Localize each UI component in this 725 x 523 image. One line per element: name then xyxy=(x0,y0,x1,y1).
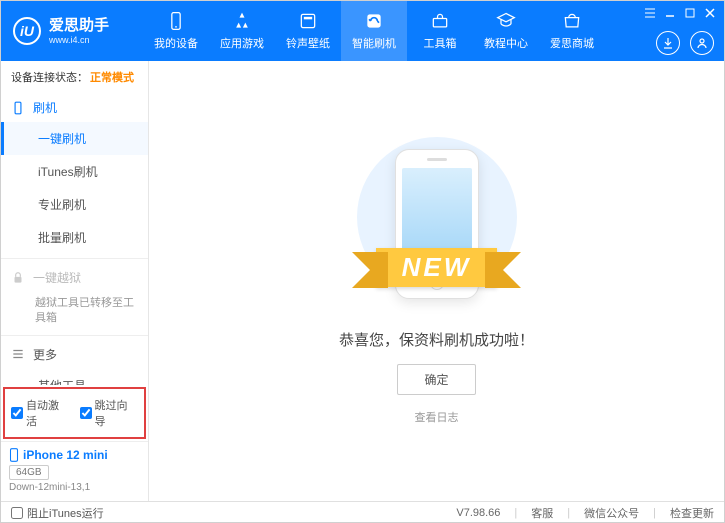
nav-tutorials[interactable]: 教程中心 xyxy=(473,1,539,61)
connected-device[interactable]: iPhone 12 mini 64GB Down-12mini-13,1 xyxy=(1,441,148,501)
tutorial-icon xyxy=(496,11,516,31)
sidebar-group-more[interactable]: 更多 xyxy=(1,340,148,369)
nav-label: 铃声壁纸 xyxy=(286,35,330,51)
view-log-link[interactable]: 查看日志 xyxy=(415,409,459,425)
status-label: 设备连接状态： xyxy=(11,69,88,85)
sidebar: 设备连接状态： 正常模式 刷机 一键刷机 iTunes刷机 专业刷机 批量刷机 … xyxy=(1,61,149,501)
group-label: 更多 xyxy=(33,346,57,363)
toolbox-icon xyxy=(430,11,450,31)
nav-ringtones[interactable]: 铃声壁纸 xyxy=(275,1,341,61)
nav-label: 智能刷机 xyxy=(352,35,396,51)
logo-icon: iU xyxy=(13,17,41,45)
check-update-link[interactable]: 检查更新 xyxy=(670,505,714,521)
nav-toolbox[interactable]: 工具箱 xyxy=(407,1,473,61)
main-content: NEW 恭喜您，保资料刷机成功啦！ 确定 查看日志 xyxy=(149,61,724,501)
phone-icon xyxy=(166,11,186,31)
nav-label: 我的设备 xyxy=(154,35,198,51)
nav-label: 工具箱 xyxy=(424,35,457,51)
status-value: 正常模式 xyxy=(90,69,134,85)
support-link[interactable]: 客服 xyxy=(531,505,553,521)
device-storage: 64GB xyxy=(9,465,49,480)
jailbreak-note: 越狱工具已转移至工具箱 xyxy=(1,292,148,331)
window-controls xyxy=(644,7,716,19)
apps-icon xyxy=(232,11,252,31)
nav-apps[interactable]: 应用游戏 xyxy=(209,1,275,61)
sidebar-group-jailbreak[interactable]: 一键越狱 xyxy=(1,263,148,292)
main-nav: 我的设备 应用游戏 铃声壁纸 智能刷机 工具箱 教程中心 爱思商城 xyxy=(143,1,605,61)
nav-flash[interactable]: 智能刷机 xyxy=(341,1,407,61)
flash-options: 自动激活 跳过向导 xyxy=(3,387,146,439)
app-header: iU 爱思助手 www.i4.cn 我的设备 应用游戏 铃声壁纸 智能刷机 工具… xyxy=(1,1,724,61)
minimize-icon[interactable] xyxy=(664,7,676,19)
wechat-link[interactable]: 微信公众号 xyxy=(584,505,639,521)
device-name: iPhone 12 mini xyxy=(9,448,140,462)
checkbox-input[interactable] xyxy=(11,507,23,519)
nav-store[interactable]: 爱思商城 xyxy=(539,1,605,61)
app-logo: iU 爱思助手 www.i4.cn xyxy=(13,17,143,46)
more-icon xyxy=(11,347,25,361)
phone-icon xyxy=(9,448,19,462)
nav-label: 爱思商城 xyxy=(550,35,594,51)
nav-label: 教程中心 xyxy=(484,35,528,51)
chk-label: 跳过向导 xyxy=(95,397,139,429)
group-label: 刷机 xyxy=(33,99,57,116)
sidebar-item-other-tools[interactable]: 其他工具 xyxy=(1,369,148,385)
checkbox-block-itunes[interactable]: 阻止iTunes运行 xyxy=(11,505,104,521)
sidebar-item-oneclick-flash[interactable]: 一键刷机 xyxy=(1,122,148,155)
sidebar-item-itunes-flash[interactable]: iTunes刷机 xyxy=(1,155,148,188)
checkbox-auto-activate[interactable]: 自动激活 xyxy=(11,397,70,429)
device-status: 设备连接状态： 正常模式 xyxy=(1,61,148,93)
success-illustration: NEW xyxy=(327,137,547,317)
app-name: 爱思助手 xyxy=(49,17,109,35)
menu-icon[interactable] xyxy=(644,7,656,19)
checkbox-skip-guide[interactable]: 跳过向导 xyxy=(80,397,139,429)
header-actions xyxy=(656,31,714,55)
new-ribbon: NEW xyxy=(376,248,498,287)
chk-label: 阻止iTunes运行 xyxy=(27,505,104,521)
nav-my-device[interactable]: 我的设备 xyxy=(143,1,209,61)
phone-icon xyxy=(11,101,25,115)
confirm-button[interactable]: 确定 xyxy=(397,364,475,395)
user-button[interactable] xyxy=(690,31,714,55)
app-url: www.i4.cn xyxy=(49,35,109,46)
sidebar-item-batch-flash[interactable]: 批量刷机 xyxy=(1,221,148,254)
chk-label: 自动激活 xyxy=(26,397,70,429)
store-icon xyxy=(562,11,582,31)
wallpaper-icon xyxy=(298,11,318,31)
maximize-icon[interactable] xyxy=(684,7,696,19)
download-button[interactable] xyxy=(656,31,680,55)
success-message: 恭喜您，保资料刷机成功啦！ xyxy=(339,329,534,350)
checkbox-input[interactable] xyxy=(11,407,23,419)
device-sub: Down-12mini-13,1 xyxy=(9,482,140,493)
close-icon[interactable] xyxy=(704,7,716,19)
checkbox-input[interactable] xyxy=(80,407,92,419)
sidebar-group-flash[interactable]: 刷机 xyxy=(1,93,148,122)
group-label: 一键越狱 xyxy=(33,269,81,286)
lock-icon xyxy=(11,271,25,285)
sidebar-item-pro-flash[interactable]: 专业刷机 xyxy=(1,188,148,221)
nav-label: 应用游戏 xyxy=(220,35,264,51)
flash-icon xyxy=(364,11,384,31)
version-label: V7.98.66 xyxy=(456,507,500,519)
footer: 阻止iTunes运行 V7.98.66 | 客服 | 微信公众号 | 检查更新 xyxy=(1,501,724,523)
